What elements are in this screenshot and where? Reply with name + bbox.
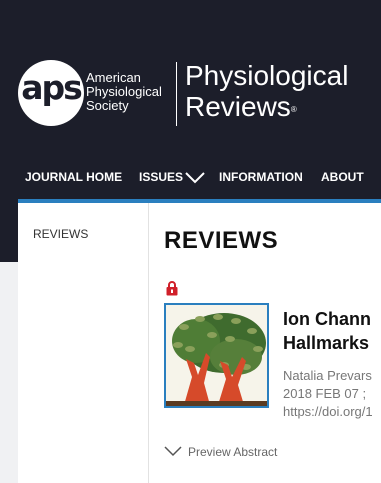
society-line: Society: [86, 98, 129, 113]
main-nav: JOURNAL HOME ISSUES INFORMATION ABOUT: [0, 165, 381, 191]
article-thumbnail[interactable]: [164, 303, 269, 408]
nav-journal-home[interactable]: JOURNAL HOME: [25, 170, 122, 184]
article-title[interactable]: Ion Chann Hallmarks: [283, 307, 371, 355]
nav-about[interactable]: ABOUT: [321, 170, 364, 184]
logo-divider: [176, 62, 177, 126]
aps-logo-text[interactable]: aps: [18, 68, 84, 108]
article-title-line: Hallmarks: [283, 333, 370, 353]
tree-illustration-icon: [166, 305, 267, 406]
society-line: American: [86, 70, 141, 85]
sidebar-item-reviews[interactable]: REVIEWS: [33, 227, 88, 241]
journal-registered-mark: ®: [290, 105, 297, 114]
article-title-line: Ion Chann: [283, 309, 371, 329]
preview-abstract-label: Preview Abstract: [188, 445, 278, 459]
journal-title-word: Reviews: [185, 91, 291, 122]
site-header: aps ® American Physiological Society Phy…: [0, 0, 381, 155]
article-authors: Natalia Prevars: [283, 368, 372, 383]
journal-title[interactable]: Physiological Reviews®: [185, 60, 348, 125]
lock-icon: [166, 281, 178, 296]
nav-issues-label: ISSUES: [139, 170, 184, 184]
article-doi-link[interactable]: https://doi.org/1: [283, 403, 373, 421]
article-date: 2018 FEB 07 ;: [283, 386, 367, 401]
journal-title-line: Physiological: [185, 60, 349, 91]
main-content: REVIEWS Ion Chann Hallmarks Natalia Prev…: [149, 203, 381, 483]
nav-issues[interactable]: ISSUES: [139, 170, 205, 184]
chevron-down-icon: [164, 446, 182, 457]
nav-information[interactable]: INFORMATION: [219, 170, 303, 184]
society-name: American Physiological Society: [86, 71, 162, 113]
page-title: REVIEWS: [164, 227, 279, 254]
article-meta: Natalia Prevars 2018 FEB 07 ; https://do…: [283, 367, 373, 421]
chevron-down-icon: [185, 172, 205, 184]
sidebar: REVIEWS: [18, 203, 149, 483]
society-line: Physiological: [86, 84, 162, 99]
page-background: [0, 262, 18, 483]
logo-registered-mark: ®: [72, 62, 78, 71]
journal-title-line: Reviews®: [185, 91, 348, 125]
